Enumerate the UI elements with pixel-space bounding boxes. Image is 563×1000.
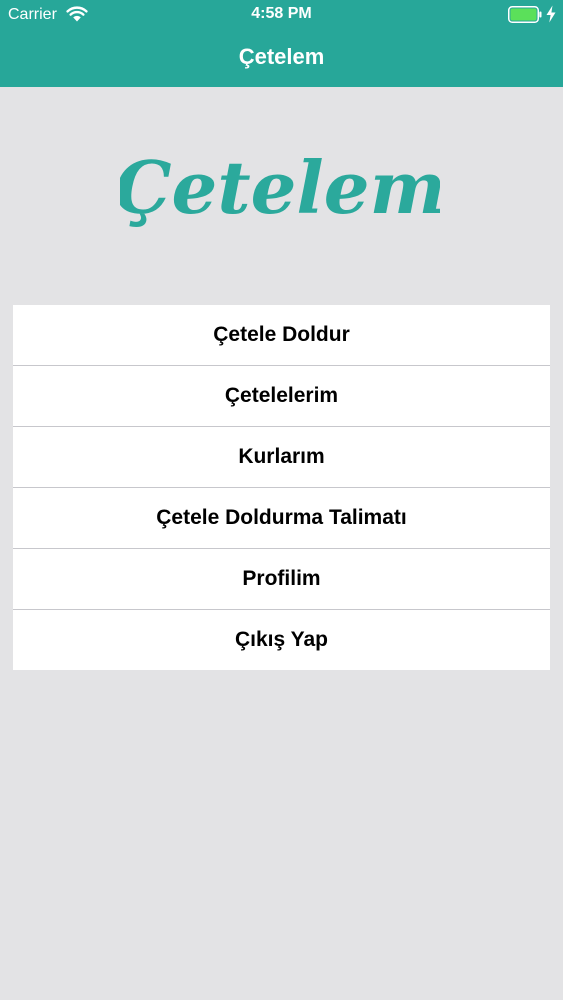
main-menu: Çetele Doldur Çetelelerim Kurlarım Çetel… [13, 305, 550, 670]
menu-item-kurlarim[interactable]: Kurlarım [13, 427, 550, 488]
menu-item-profilim[interactable]: Profilim [13, 549, 550, 610]
lightning-bolt-icon [546, 5, 556, 23]
menu-item-cetele-doldur[interactable]: Çetele Doldur [13, 305, 550, 366]
cetelem-logo: Çetelem [120, 145, 440, 230]
logo-text: Çetelem [120, 145, 440, 230]
page-title: Çetelem [238, 44, 325, 69]
battery-full-icon [508, 6, 542, 23]
menu-item-cetelelerim[interactable]: Çetelelerim [13, 366, 550, 427]
menu-item-cikis-yap[interactable]: Çıkış Yap [13, 610, 550, 670]
navigation-header: Carrier 4:58 PM Çetelem [0, 0, 563, 87]
menu-item-cetele-doldurma-talimati[interactable]: Çetele Doldurma Talimatı [13, 488, 550, 549]
status-bar: Carrier 4:58 PM [0, 0, 563, 30]
status-time: 4:58 PM [251, 5, 312, 22]
